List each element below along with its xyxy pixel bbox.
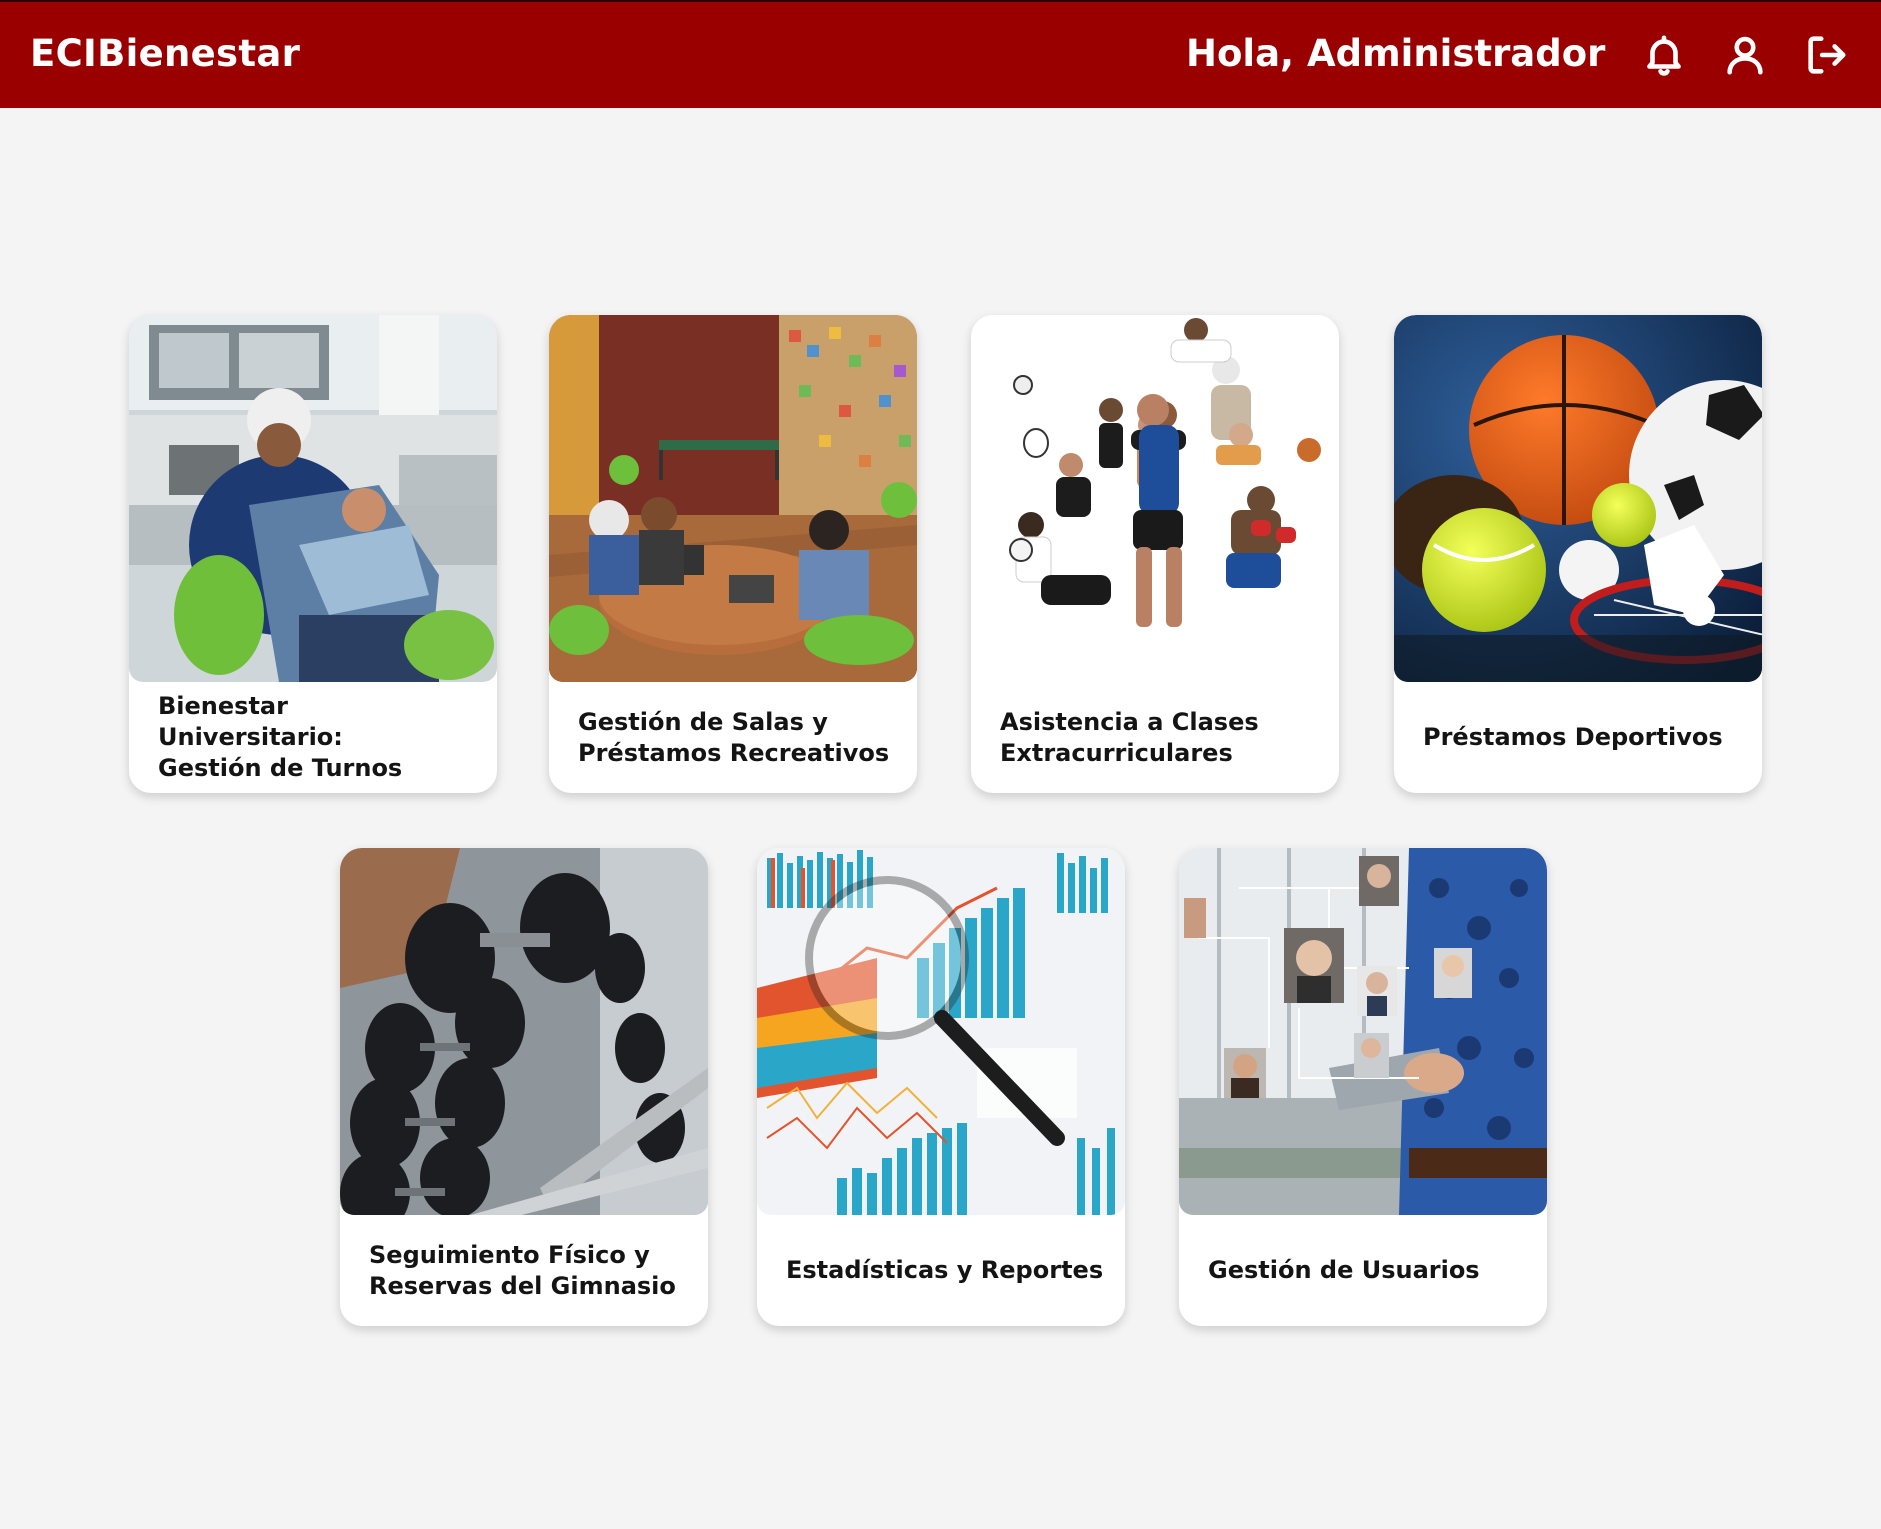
user-greeting: Hola, Administrador [1186, 32, 1606, 75]
app-brand[interactable]: ECIBienestar [30, 32, 300, 75]
module-card-usuarios[interactable]: Gestión de Usuarios [1179, 848, 1547, 1326]
charts-magnifier-image [757, 848, 1125, 1215]
module-card-estadisticas[interactable]: Estadísticas y Reportes [757, 848, 1125, 1326]
bell-icon[interactable] [1640, 30, 1688, 80]
dental-clinic-image [129, 315, 497, 682]
sports-balls-image [1394, 315, 1762, 682]
module-card-salas[interactable]: Gestión de Salas y Préstamos Recreativos [549, 315, 917, 793]
module-title: Asistencia a Clases Extracurriculares [1000, 707, 1259, 767]
athletes-collage-image [971, 315, 1339, 682]
module-title: Seguimiento Físico y Reservas del Gimnas… [369, 1240, 676, 1300]
logout-icon[interactable] [1802, 30, 1850, 80]
dumbbells-image [340, 848, 708, 1215]
module-card-clases[interactable]: Asistencia a Clases Extracurriculares [971, 315, 1339, 793]
module-title: Gestión de Salas y Préstamos Recreativos [578, 707, 890, 767]
module-card-gimnasio[interactable]: Seguimiento Físico y Reservas del Gimnas… [340, 848, 708, 1326]
module-card-prestamos[interactable]: Préstamos Deportivos [1394, 315, 1762, 793]
module-title: Préstamos Deportivos [1423, 723, 1723, 751]
user-network-image [1179, 848, 1547, 1215]
user-icon[interactable] [1721, 30, 1769, 80]
module-title: Estadísticas y Reportes [786, 1256, 1104, 1284]
module-title: Gestión de Usuarios [1208, 1256, 1480, 1284]
module-title: Bienestar Universitario: Gestión de Turn… [158, 692, 403, 782]
module-card-turnos[interactable]: Bienestar Universitario: Gestión de Turn… [129, 315, 497, 793]
recreation-room-image [549, 315, 917, 682]
top-navbar: ECIBienestar Hola, Administrador [0, 0, 1881, 108]
